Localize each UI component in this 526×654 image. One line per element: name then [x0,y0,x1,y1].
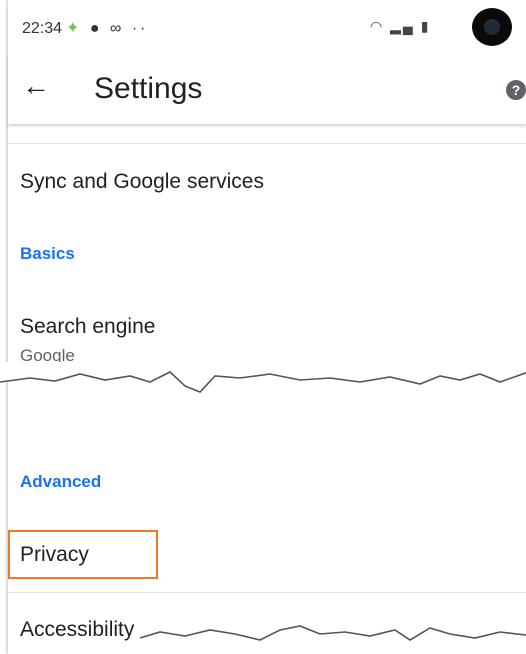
status-bar: 22:34 ✦ ● ∞ ·· ◠ ▂▄ ▮ [8,0,526,56]
status-time: 22:34 [22,20,63,37]
android-icon: ✦ [66,20,83,37]
page-title: Settings [94,72,203,105]
phone-screen: 22:34 ✦ ● ∞ ·· ◠ ▂▄ ▮ ← Settings ? Sync … [0,0,526,654]
help-icon[interactable]: ? [506,80,526,100]
wifi-icon: ◠ [370,18,385,34]
basics-section-header: Basics [20,244,75,263]
battery-icon: ▮ [420,18,431,34]
camera-notch [472,8,512,46]
privacy-highlight-box [8,530,158,579]
torn-edge-bottom [139,625,526,654]
search-engine-item[interactable]: Search engine [20,315,155,339]
status-icons-left: ✦ ● ∞ ·· [66,18,149,38]
divider [8,143,526,144]
app-bar: ← Settings ? [8,56,526,124]
notification-icon: ● [89,20,103,37]
advanced-section-header: Advanced [20,472,102,491]
status-icons-right: ◠ ▂▄ ▮ [370,18,430,35]
torn-edge [0,362,526,393]
voicemail-icon: ∞ [109,20,125,37]
sync-and-google-services-item[interactable]: Sync and Google services [20,170,264,194]
signal-icon: ▂▄ [390,18,415,34]
back-arrow-icon[interactable]: ← [22,70,50,102]
more-dots-icon: ·· [131,20,149,37]
divider [8,592,526,593]
